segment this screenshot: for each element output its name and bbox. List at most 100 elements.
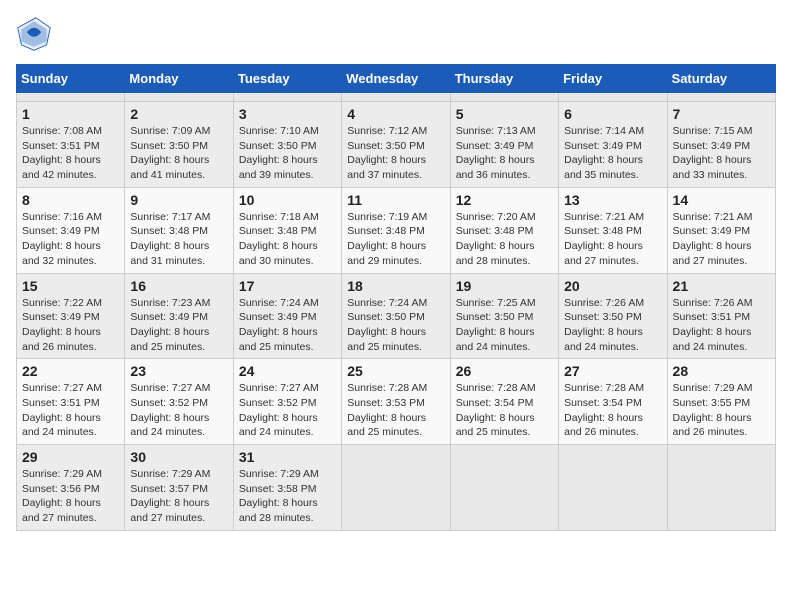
calendar-cell xyxy=(450,93,558,102)
day-number: 6 xyxy=(564,106,661,122)
calendar-cell: 3 Sunrise: 7:10 AM Sunset: 3:50 PM Daylig… xyxy=(233,102,341,188)
calendar-cell: 29 Sunrise: 7:29 AM Sunset: 3:56 PM Dayli… xyxy=(17,445,125,531)
day-number: 4 xyxy=(347,106,444,122)
day-number: 23 xyxy=(130,363,227,379)
day-info: Sunrise: 7:27 AM Sunset: 3:52 PM Dayligh… xyxy=(239,381,336,440)
day-number: 25 xyxy=(347,363,444,379)
calendar-cell: 17Sunrise: 7:24 AM Sunset: 3:49 PM Dayli… xyxy=(233,273,341,359)
calendar-cell: 8 Sunrise: 7:16 AM Sunset: 3:49 PM Daylig… xyxy=(17,187,125,273)
day-number: 3 xyxy=(239,106,336,122)
week-row-3: 15 Sunrise: 7:22 AM Sunset: 3:49 PM Dayli… xyxy=(17,273,776,359)
day-number: 19 xyxy=(456,278,553,294)
calendar-cell: 31 Sunrise: 7:29 AM Sunset: 3:58 PM Dayli… xyxy=(233,445,341,531)
day-number: 10 xyxy=(239,192,336,208)
day-info: Sunrise: 7:16 AM Sunset: 3:49 PM Dayligh… xyxy=(22,210,119,269)
day-number: 21 xyxy=(673,278,770,294)
day-info: Sunrise: 7:28 AM Sunset: 3:54 PM Dayligh… xyxy=(456,381,553,440)
calendar-cell: 11 Sunrise: 7:19 AM Sunset: 3:48 PM Dayli… xyxy=(342,187,450,273)
calendar-cell: 1Sunrise: 7:08 AM Sunset: 3:51 PM Daylig… xyxy=(17,102,125,188)
day-number: 13 xyxy=(564,192,661,208)
calendar-cell: 23 Sunrise: 7:27 AM Sunset: 3:52 PM Dayli… xyxy=(125,359,233,445)
day-info: Sunrise: 7:25 AM Sunset: 3:50 PM Dayligh… xyxy=(456,296,553,355)
day-number: 18 xyxy=(347,278,444,294)
calendar-cell xyxy=(667,93,775,102)
calendar-cell: 13Sunrise: 7:21 AM Sunset: 3:48 PM Dayli… xyxy=(559,187,667,273)
day-info: Sunrise: 7:29 AM Sunset: 3:57 PM Dayligh… xyxy=(130,467,227,526)
day-info: Sunrise: 7:29 AM Sunset: 3:56 PM Dayligh… xyxy=(22,467,119,526)
calendar-cell: 16 Sunrise: 7:23 AM Sunset: 3:49 PM Dayli… xyxy=(125,273,233,359)
calendar-cell: 20 Sunrise: 7:26 AM Sunset: 3:50 PM Dayli… xyxy=(559,273,667,359)
col-header-friday: Friday xyxy=(559,65,667,93)
calendar-cell: 21Sunrise: 7:26 AM Sunset: 3:51 PM Dayli… xyxy=(667,273,775,359)
day-info: Sunrise: 7:29 AM Sunset: 3:58 PM Dayligh… xyxy=(239,467,336,526)
calendar-cell xyxy=(450,445,558,531)
week-row-4: 22 Sunrise: 7:27 AM Sunset: 3:51 PM Dayli… xyxy=(17,359,776,445)
calendar-cell: 24 Sunrise: 7:27 AM Sunset: 3:52 PM Dayli… xyxy=(233,359,341,445)
day-info: Sunrise: 7:09 AM Sunset: 3:50 PM Dayligh… xyxy=(130,124,227,183)
calendar-cell: 2 Sunrise: 7:09 AM Sunset: 3:50 PM Daylig… xyxy=(125,102,233,188)
day-info: Sunrise: 7:28 AM Sunset: 3:54 PM Dayligh… xyxy=(564,381,661,440)
day-info: Sunrise: 7:20 AM Sunset: 3:48 PM Dayligh… xyxy=(456,210,553,269)
calendar-cell: 19 Sunrise: 7:25 AM Sunset: 3:50 PM Dayli… xyxy=(450,273,558,359)
calendar-cell: 30 Sunrise: 7:29 AM Sunset: 3:57 PM Dayli… xyxy=(125,445,233,531)
calendar-cell xyxy=(559,93,667,102)
day-number: 12 xyxy=(456,192,553,208)
calendar-table: SundayMondayTuesdayWednesdayThursdayFrid… xyxy=(16,64,776,531)
day-info: Sunrise: 7:22 AM Sunset: 3:49 PM Dayligh… xyxy=(22,296,119,355)
day-info: Sunrise: 7:24 AM Sunset: 3:50 PM Dayligh… xyxy=(347,296,444,355)
calendar-cell: 5Sunrise: 7:13 AM Sunset: 3:49 PM Daylig… xyxy=(450,102,558,188)
day-number: 20 xyxy=(564,278,661,294)
calendar-cell: 12 Sunrise: 7:20 AM Sunset: 3:48 PM Dayli… xyxy=(450,187,558,273)
day-info: Sunrise: 7:18 AM Sunset: 3:48 PM Dayligh… xyxy=(239,210,336,269)
day-number: 16 xyxy=(130,278,227,294)
day-number: 26 xyxy=(456,363,553,379)
day-info: Sunrise: 7:27 AM Sunset: 3:51 PM Dayligh… xyxy=(22,381,119,440)
day-info: Sunrise: 7:23 AM Sunset: 3:49 PM Dayligh… xyxy=(130,296,227,355)
day-number: 9 xyxy=(130,192,227,208)
calendar-cell: 15 Sunrise: 7:22 AM Sunset: 3:49 PM Dayli… xyxy=(17,273,125,359)
day-number: 24 xyxy=(239,363,336,379)
day-info: Sunrise: 7:28 AM Sunset: 3:53 PM Dayligh… xyxy=(347,381,444,440)
day-number: 15 xyxy=(22,278,119,294)
day-number: 5 xyxy=(456,106,553,122)
day-info: Sunrise: 7:21 AM Sunset: 3:49 PM Dayligh… xyxy=(673,210,770,269)
week-row-1: 1Sunrise: 7:08 AM Sunset: 3:51 PM Daylig… xyxy=(17,102,776,188)
calendar-cell xyxy=(559,445,667,531)
calendar-cell xyxy=(342,445,450,531)
day-number: 22 xyxy=(22,363,119,379)
col-header-sunday: Sunday xyxy=(17,65,125,93)
day-info: Sunrise: 7:19 AM Sunset: 3:48 PM Dayligh… xyxy=(347,210,444,269)
day-info: Sunrise: 7:26 AM Sunset: 3:50 PM Dayligh… xyxy=(564,296,661,355)
day-info: Sunrise: 7:12 AM Sunset: 3:50 PM Dayligh… xyxy=(347,124,444,183)
day-number: 11 xyxy=(347,192,444,208)
calendar-cell: 6 Sunrise: 7:14 AM Sunset: 3:49 PM Daylig… xyxy=(559,102,667,188)
day-info: Sunrise: 7:15 AM Sunset: 3:49 PM Dayligh… xyxy=(673,124,770,183)
day-info: Sunrise: 7:17 AM Sunset: 3:48 PM Dayligh… xyxy=(130,210,227,269)
calendar-cell xyxy=(125,93,233,102)
calendar-cell: 22 Sunrise: 7:27 AM Sunset: 3:51 PM Dayli… xyxy=(17,359,125,445)
day-number: 2 xyxy=(130,106,227,122)
day-number: 7 xyxy=(673,106,770,122)
day-number: 1 xyxy=(22,106,119,122)
day-number: 30 xyxy=(130,449,227,465)
day-number: 14 xyxy=(673,192,770,208)
col-header-saturday: Saturday xyxy=(667,65,775,93)
calendar-cell xyxy=(667,445,775,531)
day-number: 8 xyxy=(22,192,119,208)
calendar-cell: 7 Sunrise: 7:15 AM Sunset: 3:49 PM Daylig… xyxy=(667,102,775,188)
day-info: Sunrise: 7:14 AM Sunset: 3:49 PM Dayligh… xyxy=(564,124,661,183)
col-header-monday: Monday xyxy=(125,65,233,93)
calendar-header-row: SundayMondayTuesdayWednesdayThursdayFrid… xyxy=(17,65,776,93)
day-info: Sunrise: 7:10 AM Sunset: 3:50 PM Dayligh… xyxy=(239,124,336,183)
calendar-cell: 10 Sunrise: 7:18 AM Sunset: 3:48 PM Dayli… xyxy=(233,187,341,273)
day-info: Sunrise: 7:27 AM Sunset: 3:52 PM Dayligh… xyxy=(130,381,227,440)
calendar-cell: 18 Sunrise: 7:24 AM Sunset: 3:50 PM Dayli… xyxy=(342,273,450,359)
week-row-0 xyxy=(17,93,776,102)
week-row-5: 29 Sunrise: 7:29 AM Sunset: 3:56 PM Dayli… xyxy=(17,445,776,531)
day-number: 31 xyxy=(239,449,336,465)
calendar-cell xyxy=(233,93,341,102)
calendar-cell: 4 Sunrise: 7:12 AM Sunset: 3:50 PM Daylig… xyxy=(342,102,450,188)
day-info: Sunrise: 7:24 AM Sunset: 3:49 PM Dayligh… xyxy=(239,296,336,355)
page-header xyxy=(16,16,776,52)
day-number: 29 xyxy=(22,449,119,465)
